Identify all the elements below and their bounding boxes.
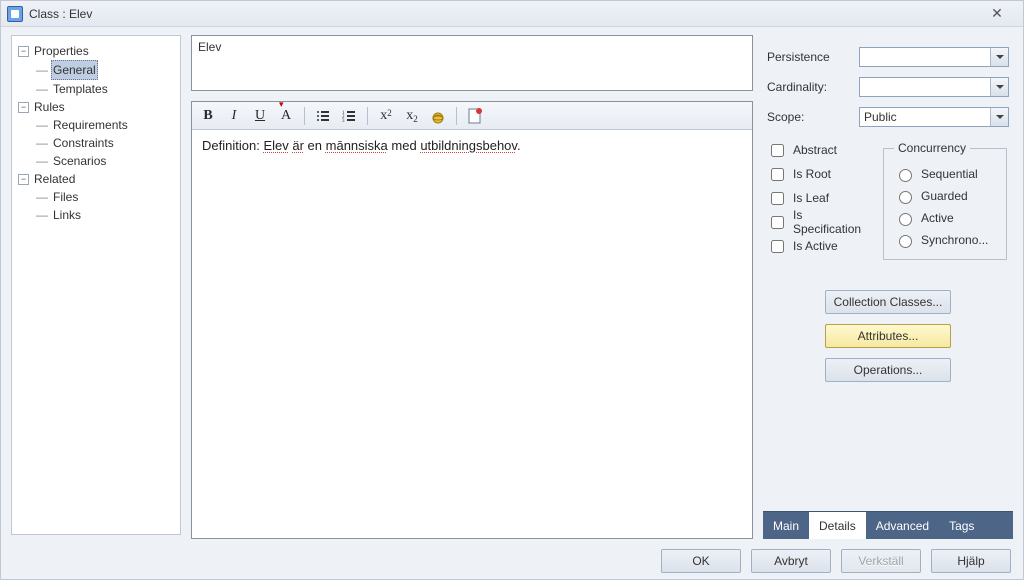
active-radio[interactable]: Active (894, 207, 998, 229)
hyperlink-button[interactable] (426, 105, 450, 127)
definition-word: med (391, 138, 416, 153)
persistence-row: Persistence (767, 45, 1009, 69)
concurrency-group: Concurrency Sequential Guarded Active Sy… (883, 141, 1007, 260)
italic-button[interactable]: I (222, 105, 246, 127)
titlebar: Class : Elev ✕ (1, 1, 1023, 27)
tree-node-rules[interactable]: − Rules (16, 98, 176, 116)
abstract-checkbox[interactable]: Abstract (767, 141, 871, 159)
tree-node-general[interactable]: — General (34, 60, 176, 80)
toolbar-separator (367, 107, 368, 125)
cardinality-row: Cardinality: (767, 75, 1009, 99)
tab-details[interactable]: Details (809, 512, 866, 539)
definition-word: en (308, 138, 322, 153)
tree-bullet-icon: — (36, 206, 48, 224)
persistence-select[interactable] (859, 47, 1009, 67)
app-icon (7, 6, 23, 22)
dialog-buttons: OK Avbryt Verkställ Hjälp (1, 543, 1023, 579)
description-panel: B I U ▾ A (191, 101, 753, 539)
tree-node-scenarios[interactable]: — Scenarios (34, 152, 176, 170)
bullet-list-button[interactable] (311, 105, 335, 127)
dropdown-icon[interactable] (990, 108, 1008, 126)
content-area: − Properties — General — Templates − Rul… (1, 27, 1023, 543)
definition-label: Definition: (202, 138, 260, 153)
definition-period: . (517, 138, 521, 153)
is-active-checkbox[interactable]: Is Active (767, 237, 871, 255)
dropdown-icon[interactable] (990, 78, 1008, 96)
tree-bullet-icon: — (36, 188, 48, 206)
subscript-button[interactable]: x2 (400, 105, 424, 127)
guarded-radio[interactable]: Guarded (894, 185, 998, 207)
flags-checkbox-group: Abstract Is Root Is Leaf Is Specificatio… (767, 141, 871, 260)
name-input[interactable]: Elev (191, 35, 753, 91)
definition-word: är (292, 138, 304, 153)
tree-node-files[interactable]: — Files (34, 188, 176, 206)
tree-node-constraints[interactable]: — Constraints (34, 134, 176, 152)
nav-tree: − Properties — General — Templates − Rul… (11, 35, 181, 535)
persistence-label: Persistence (767, 50, 851, 64)
scope-row: Scope: Public (767, 105, 1009, 129)
tree-node-related[interactable]: − Related (16, 170, 176, 188)
collapse-icon[interactable]: − (18, 46, 29, 57)
close-button[interactable]: ✕ (977, 4, 1017, 24)
apply-button[interactable]: Verkställ (841, 549, 921, 573)
font-color-button[interactable]: ▾ A (274, 105, 298, 127)
operations-button[interactable]: Operations... (825, 358, 951, 382)
window: Class : Elev ✕ − Properties — General — … (0, 0, 1024, 580)
numbered-list-button[interactable]: 123 (337, 105, 361, 127)
scope-label: Scope: (767, 110, 851, 124)
tree-bullet-icon: — (36, 152, 48, 170)
tree-bullet-icon: — (36, 80, 48, 98)
rich-text-toolbar: B I U ▾ A (192, 102, 752, 130)
cardinality-select[interactable] (859, 77, 1009, 97)
help-button[interactable]: Hjälp (931, 549, 1011, 573)
scope-value: Public (864, 110, 897, 124)
superscript-button[interactable]: x2 (374, 105, 398, 127)
collapse-icon[interactable]: − (18, 102, 29, 113)
tree-bullet-icon: — (36, 61, 48, 79)
details-panel: Persistence Cardinality: Scope: Public (763, 35, 1013, 539)
collection-classes-button[interactable]: Collection Classes... (825, 290, 951, 314)
window-title: Class : Elev (29, 7, 92, 21)
cardinality-label: Cardinality: (767, 80, 851, 94)
side-tabs: Main Details Advanced Tags (763, 511, 1013, 539)
toolbar-separator (456, 107, 457, 125)
scope-select[interactable]: Public (859, 107, 1009, 127)
name-value: Elev (198, 40, 221, 54)
tree-node-requirements[interactable]: — Requirements (34, 116, 176, 134)
ok-button[interactable]: OK (661, 549, 741, 573)
tree-bullet-icon: — (36, 116, 48, 134)
tab-advanced[interactable]: Advanced (866, 512, 939, 539)
svg-text:3: 3 (342, 119, 345, 123)
dropdown-icon[interactable] (990, 48, 1008, 66)
is-root-checkbox[interactable]: Is Root (767, 165, 871, 183)
tree-node-properties[interactable]: − Properties (16, 42, 176, 60)
synchrono-radio[interactable]: Synchrono... (894, 229, 998, 251)
is-specification-checkbox[interactable]: Is Specification (767, 213, 871, 231)
tab-tags[interactable]: Tags (939, 512, 984, 539)
tree-node-templates[interactable]: — Templates (34, 80, 176, 98)
concurrency-label: Concurrency (894, 141, 970, 155)
tab-main[interactable]: Main (763, 512, 809, 539)
definition-word: Elev (263, 138, 288, 153)
main-panel: Elev B I U ▾ A (191, 35, 753, 539)
underline-button[interactable]: U (248, 105, 272, 127)
tree-node-links[interactable]: — Links (34, 206, 176, 224)
definition-word: utbildningsbehov (420, 138, 517, 153)
toolbar-separator (304, 107, 305, 125)
bold-button[interactable]: B (196, 105, 220, 127)
cancel-button[interactable]: Avbryt (751, 549, 831, 573)
attributes-button[interactable]: Attributes... (825, 324, 951, 348)
new-document-button[interactable] (463, 105, 487, 127)
definition-word: mānnsiska (326, 138, 388, 153)
collapse-icon[interactable]: − (18, 174, 29, 185)
tree-bullet-icon: — (36, 134, 48, 152)
description-editor[interactable]: Definition: Elev är en mānnsiska med utb… (192, 130, 752, 538)
sequential-radio[interactable]: Sequential (894, 163, 998, 185)
is-leaf-checkbox[interactable]: Is Leaf (767, 189, 871, 207)
